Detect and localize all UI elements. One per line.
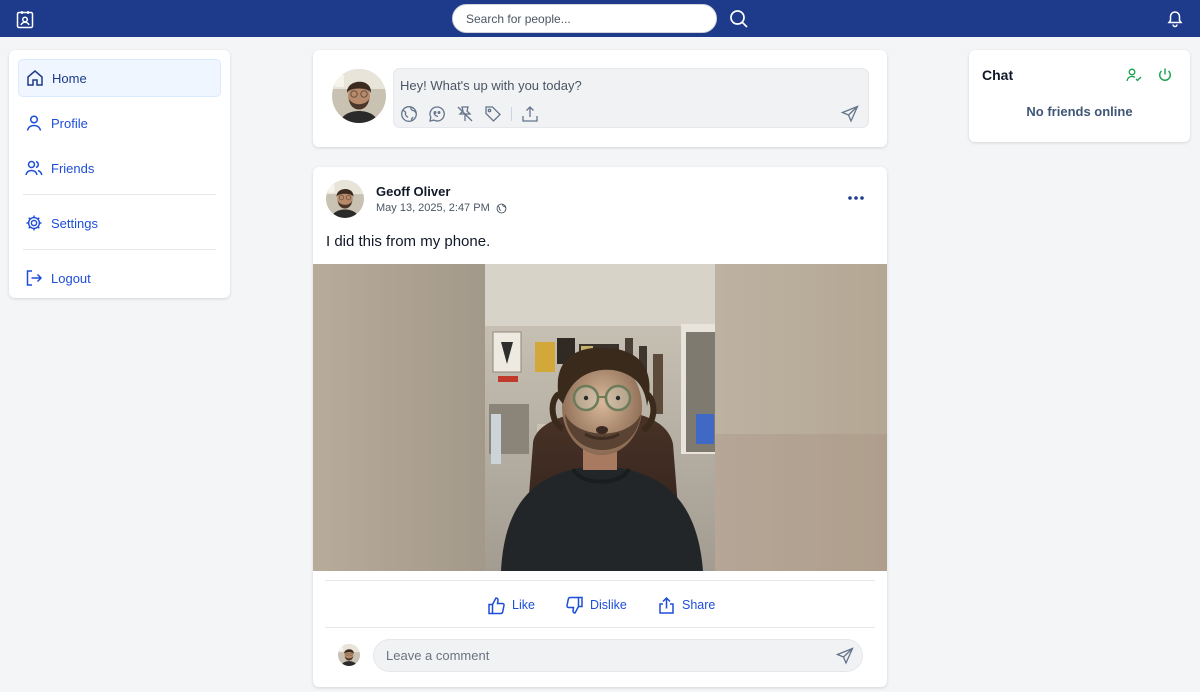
search-input[interactable]	[466, 11, 703, 26]
gear-icon	[26, 215, 42, 231]
post-text: I did this from my phone.	[326, 233, 491, 250]
avatar	[338, 644, 360, 666]
send-icon[interactable]	[840, 105, 859, 123]
post-divider	[325, 580, 875, 581]
nav-divider	[23, 194, 216, 195]
unpin-icon[interactable]	[456, 105, 474, 123]
comment-box	[373, 639, 863, 672]
nav-label-friends: Friends	[51, 160, 95, 176]
bell-icon[interactable]	[1165, 8, 1185, 28]
post-time-text: May 13, 2025, 2:47 PM	[376, 202, 490, 214]
share-label: Share	[682, 598, 716, 612]
like-button[interactable]: Like	[487, 595, 535, 615]
chat-title: Chat	[982, 67, 1014, 83]
nav-label-logout: Logout	[51, 270, 91, 286]
thumbs-up-icon	[488, 596, 505, 614]
toolbar-divider	[511, 107, 512, 121]
search-icon[interactable]	[729, 9, 749, 29]
upload-icon[interactable]	[521, 105, 539, 123]
nav-item-friends[interactable]: Friends	[18, 149, 221, 187]
comment-input[interactable]	[386, 648, 816, 663]
nav-label-profile: Profile	[51, 115, 88, 131]
add-friend-icon[interactable]	[1126, 67, 1142, 83]
composer-input[interactable]	[400, 75, 840, 95]
composer-box	[393, 68, 869, 128]
nav-label-home: Home	[52, 70, 87, 86]
thumbs-down-icon	[566, 596, 583, 614]
home-icon	[27, 70, 43, 86]
globe-icon	[496, 203, 507, 213]
post-author[interactable]: Geoff Oliver	[376, 184, 450, 199]
globe-icon[interactable]	[400, 105, 418, 123]
post-photo[interactable]	[313, 264, 887, 571]
speech-bubble-icon[interactable]	[428, 105, 446, 123]
nav-item-profile[interactable]: Profile	[18, 104, 221, 142]
logout-icon	[26, 270, 43, 286]
like-label: Like	[512, 598, 535, 612]
nav-label-settings: Settings	[51, 215, 98, 231]
dislike-label: Dislike	[590, 598, 627, 612]
nav-item-logout[interactable]: Logout	[18, 259, 221, 297]
post-composer	[313, 50, 887, 147]
share-button[interactable]: Share	[657, 595, 715, 615]
people-search[interactable]	[452, 4, 717, 33]
tag-icon[interactable]	[484, 105, 502, 123]
nav-divider	[23, 249, 216, 250]
send-icon[interactable]	[835, 647, 854, 665]
nav-item-home[interactable]: Home	[18, 59, 221, 97]
chat-panel: Chat No friends online	[969, 50, 1190, 142]
top-bar	[0, 0, 1200, 37]
post-timestamp: May 13, 2025, 2:47 PM	[376, 202, 507, 214]
post-divider	[325, 627, 875, 628]
contact-badge-icon[interactable]	[14, 8, 36, 30]
avatar[interactable]	[332, 69, 386, 123]
left-nav: Home Profile Friends Settings Logout	[9, 50, 230, 298]
post-card: Geoff Oliver May 13, 2025, 2:47 PM I did…	[313, 167, 887, 687]
more-options-icon[interactable]	[846, 191, 866, 205]
user-icon	[26, 115, 42, 131]
share-icon	[659, 596, 674, 614]
nav-item-settings[interactable]: Settings	[18, 204, 221, 242]
chat-empty-state: No friends online	[1026, 104, 1133, 119]
dislike-button[interactable]: Dislike	[565, 595, 627, 615]
power-icon[interactable]	[1157, 67, 1173, 83]
avatar[interactable]	[326, 180, 364, 218]
users-icon	[25, 160, 43, 176]
